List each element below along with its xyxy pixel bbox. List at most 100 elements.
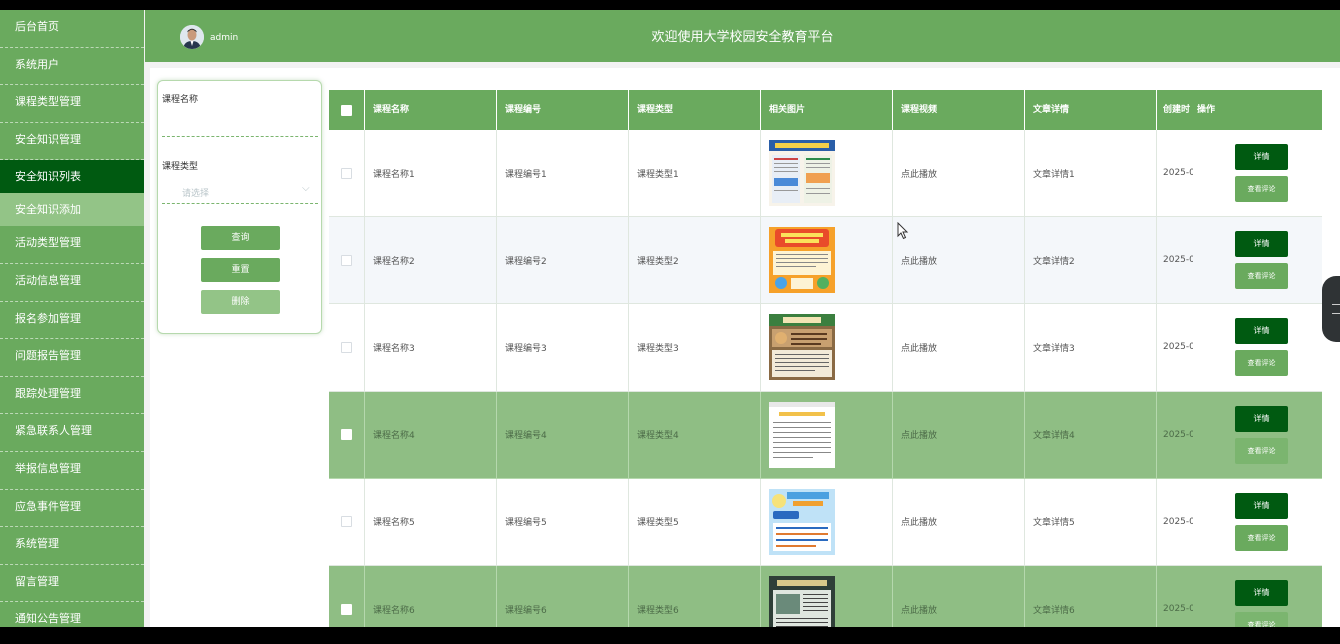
course-thumbnail[interactable] bbox=[769, 314, 835, 381]
select-all-checkbox[interactable] bbox=[341, 104, 352, 116]
sidebar-item-course-type[interactable]: 课程类型管理 bbox=[0, 85, 144, 123]
sidebar: 后台首页 系统用户 课程类型管理 安全知识管理 安全知识列表 安全知识添加 活动… bbox=[0, 10, 144, 627]
view-comments-button[interactable]: 查看评论 bbox=[1235, 612, 1288, 627]
cell-actions: 详情 查看评论 bbox=[1193, 130, 1322, 218]
detail-button[interactable]: 详情 bbox=[1235, 144, 1288, 171]
floating-side-tab[interactable] bbox=[1322, 276, 1340, 342]
sidebar-item-signup[interactable]: 报名参加管理 bbox=[0, 302, 144, 340]
reset-button[interactable]: 重置 bbox=[201, 258, 280, 282]
cell-course-type: 课程类型5 bbox=[629, 478, 761, 566]
cell-image bbox=[761, 304, 893, 392]
header-actions: 操作 bbox=[1197, 105, 1216, 115]
cell-created: 2025-0 bbox=[1157, 130, 1193, 218]
menu-icon bbox=[1332, 304, 1340, 314]
header-created: 创建时 bbox=[1163, 105, 1191, 115]
cell-video-link[interactable]: 点此播放 bbox=[893, 478, 1025, 566]
detail-button[interactable]: 详情 bbox=[1235, 405, 1288, 432]
cell-video-link[interactable]: 点此播放 bbox=[893, 217, 1025, 305]
cell-image bbox=[761, 391, 893, 479]
course-type-underline bbox=[162, 203, 318, 204]
bottom-letterbox bbox=[0, 627, 1340, 644]
detail-button[interactable]: 详情 bbox=[1235, 580, 1288, 607]
cell-video-link[interactable]: 点此播放 bbox=[893, 304, 1025, 392]
row-checkbox-cell bbox=[329, 478, 365, 566]
row-checkbox[interactable] bbox=[341, 603, 352, 615]
view-comments-button[interactable]: 查看评论 bbox=[1235, 263, 1288, 290]
sidebar-item-knowledge-list[interactable]: 安全知识列表 bbox=[0, 160, 144, 194]
cell-actions: 详情 查看评论 bbox=[1193, 217, 1322, 305]
course-thumbnail[interactable] bbox=[769, 227, 835, 294]
course-thumbnail[interactable] bbox=[769, 401, 835, 468]
select-all-checkbox-cell bbox=[329, 90, 365, 130]
cell-article: 文章详情3 bbox=[1025, 304, 1157, 392]
course-name-input[interactable] bbox=[162, 136, 318, 137]
view-comments-button[interactable]: 查看评论 bbox=[1235, 437, 1288, 464]
table-row: 课程名称6 课程编号6 课程类型6 点此播放 文章详情6 2025-0 详情 查… bbox=[329, 565, 1322, 627]
cell-course-type: 课程类型2 bbox=[629, 217, 761, 305]
course-thumbnail[interactable] bbox=[769, 576, 835, 627]
cell-article: 文章详情5 bbox=[1025, 478, 1157, 566]
header-course-name: 课程名称 bbox=[365, 90, 497, 130]
cell-course-type: 课程类型1 bbox=[629, 130, 761, 218]
query-button[interactable]: 查询 bbox=[201, 226, 280, 250]
sidebar-item-system[interactable]: 系统管理 bbox=[0, 527, 144, 565]
row-checkbox[interactable] bbox=[341, 429, 352, 441]
row-checkbox[interactable] bbox=[341, 254, 352, 266]
cell-actions: 详情 查看评论 bbox=[1193, 479, 1322, 566]
sidebar-item-system-users[interactable]: 系统用户 bbox=[0, 48, 144, 86]
cell-actions: 详情 查看评论 bbox=[1193, 566, 1322, 627]
sidebar-item-tracking[interactable]: 跟踪处理管理 bbox=[0, 377, 144, 415]
cell-course-name: 课程名称5 bbox=[365, 478, 497, 566]
cell-course-code: 课程编号3 bbox=[497, 304, 629, 392]
cell-course-code: 课程编号6 bbox=[497, 565, 629, 627]
cell-article: 文章详情4 bbox=[1025, 391, 1157, 479]
row-checkbox[interactable] bbox=[341, 167, 352, 179]
cell-video-link[interactable]: 点此播放 bbox=[893, 391, 1025, 479]
detail-button[interactable]: 详情 bbox=[1235, 318, 1288, 345]
detail-button[interactable]: 详情 bbox=[1235, 492, 1288, 519]
chevron-down-icon[interactable]: ⌵ bbox=[302, 183, 310, 194]
sidebar-item-safety-knowledge[interactable]: 安全知识管理 bbox=[0, 123, 144, 161]
header-video: 课程视频 bbox=[893, 90, 1025, 130]
cell-article: 文章详情6 bbox=[1025, 565, 1157, 627]
detail-button[interactable]: 详情 bbox=[1235, 231, 1288, 258]
row-checkbox[interactable] bbox=[341, 516, 352, 528]
sidebar-item-activity-type[interactable]: 活动类型管理 bbox=[0, 226, 144, 264]
sidebar-item-emergency-event[interactable]: 应急事件管理 bbox=[0, 490, 144, 528]
cell-video-link[interactable]: 点此播放 bbox=[893, 565, 1025, 627]
cell-course-name: 课程名称2 bbox=[365, 217, 497, 305]
table-row: 课程名称4 课程编号4 课程类型4 点此播放 文章详情4 2025-0 详情 查… bbox=[329, 391, 1322, 479]
course-table: 课程名称 课程编号 课程类型 相关图片 课程视频 文章详情 创建时 操作 课程名… bbox=[329, 90, 1322, 627]
course-thumbnail[interactable] bbox=[769, 140, 835, 207]
mouse-cursor-icon bbox=[897, 222, 909, 240]
cell-created: 2025-0 bbox=[1157, 392, 1193, 479]
course-type-select[interactable]: 请选择 bbox=[182, 186, 209, 199]
view-comments-button[interactable]: 查看评论 bbox=[1235, 176, 1288, 203]
cell-image bbox=[761, 130, 893, 218]
delete-button[interactable]: 删除 bbox=[201, 290, 280, 314]
sidebar-item-messages[interactable]: 留言管理 bbox=[0, 565, 144, 603]
sidebar-item-knowledge-add[interactable]: 安全知识添加 bbox=[0, 193, 144, 227]
cell-image bbox=[761, 217, 893, 305]
sidebar-item-notices[interactable]: 通知公告管理 bbox=[0, 602, 144, 627]
sidebar-item-issue-report[interactable]: 问题报告管理 bbox=[0, 339, 144, 377]
cell-actions: 详情 查看评论 bbox=[1193, 392, 1322, 479]
view-comments-button[interactable]: 查看评论 bbox=[1235, 524, 1288, 551]
view-comments-button[interactable]: 查看评论 bbox=[1235, 350, 1288, 377]
row-checkbox[interactable] bbox=[341, 341, 352, 353]
cell-course-type: 课程类型4 bbox=[629, 391, 761, 479]
row-checkbox-cell bbox=[329, 130, 365, 218]
sidebar-item-report-info[interactable]: 举报信息管理 bbox=[0, 452, 144, 490]
table-row: 课程名称5 课程编号5 课程类型5 点此播放 文章详情5 2025-0 详情 查… bbox=[329, 478, 1322, 566]
course-thumbnail[interactable] bbox=[769, 488, 835, 555]
sidebar-item-activity-info[interactable]: 活动信息管理 bbox=[0, 264, 144, 302]
row-checkbox-cell bbox=[329, 304, 365, 392]
cell-course-code: 课程编号1 bbox=[497, 130, 629, 218]
cell-course-name: 课程名称1 bbox=[365, 130, 497, 218]
sidebar-item-home[interactable]: 后台首页 bbox=[0, 10, 144, 48]
cell-video-link[interactable]: 点此播放 bbox=[893, 130, 1025, 218]
table-row: 课程名称2 课程编号2 课程类型2 点此播放 文章详情2 2025-0 详情 查… bbox=[329, 217, 1322, 305]
header-image: 相关图片 bbox=[761, 90, 893, 130]
header: admin 欢迎使用大学校园安全教育平台 bbox=[145, 10, 1340, 62]
sidebar-item-emergency-contact[interactable]: 紧急联系人管理 bbox=[0, 414, 144, 452]
